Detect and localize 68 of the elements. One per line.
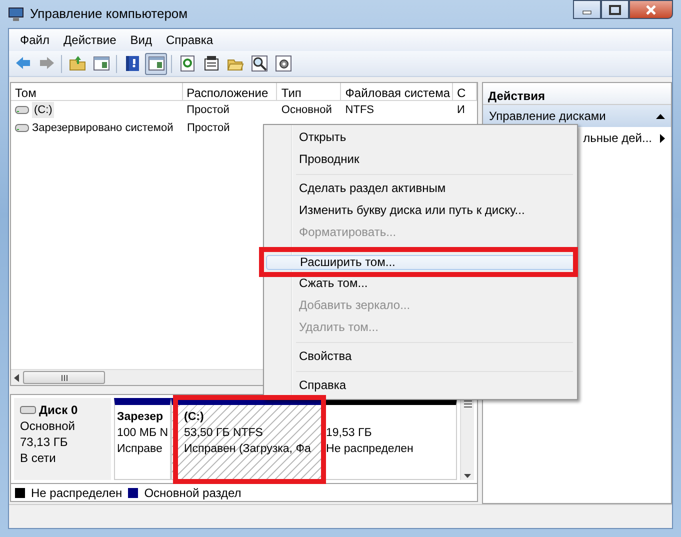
context-menu-item[interactable]: Справка <box>266 378 575 394</box>
partition-size: 19,53 ГБ <box>326 426 373 441</box>
toolbar-button[interactable] <box>145 52 167 74</box>
column-header[interactable]: Файловая система <box>341 83 454 100</box>
drive-icon <box>15 106 29 114</box>
scroll-down-icon[interactable] <box>464 474 471 478</box>
panel-icon <box>92 55 110 72</box>
partition-size: 100 МБ N <box>117 426 168 441</box>
window-title: Управление компьютером <box>30 5 188 24</box>
help-book-icon <box>124 55 140 72</box>
column-header[interactable]: Расположение <box>182 83 278 100</box>
scrollbar-thumb[interactable] <box>23 371 105 384</box>
grip-icon[interactable] <box>464 400 472 408</box>
partition-status: Не распределен <box>326 442 414 457</box>
collapse-icon <box>656 114 665 118</box>
maximize-button[interactable] <box>601 0 629 19</box>
minimize-button[interactable] <box>573 0 601 19</box>
partition-block[interactable]: (C:) 53,50 ГБ NTFS Исправен (Загрузка, Фа <box>171 398 324 480</box>
actions-item[interactable]: Управление дисками <box>483 105 671 127</box>
scroll-left-icon[interactable] <box>14 374 20 382</box>
forward-arrow-icon <box>38 55 54 72</box>
menu-item[interactable]: Вид <box>123 31 159 49</box>
menu-item[interactable]: Действие <box>56 31 124 49</box>
search-icon <box>250 55 268 72</box>
properties-icon <box>202 55 220 72</box>
context-menu-item[interactable]: Свойства <box>266 350 575 364</box>
context-menu-item[interactable]: Расширить том... <box>266 254 575 270</box>
context-menu-item[interactable]: Изменить букву диска или путь к диску... <box>266 204 575 218</box>
close-button[interactable] <box>629 0 673 19</box>
drive-icon <box>15 124 29 132</box>
context-menu-item[interactable]: Проводник <box>266 152 575 168</box>
column-header[interactable]: Тип <box>277 83 342 100</box>
grip-icon <box>60 374 68 380</box>
table-cell-text: И <box>457 102 465 118</box>
table-cell-text: Простой <box>187 120 230 136</box>
computer-icon <box>8 6 24 22</box>
context-menu-item[interactable]: Сжать том... <box>266 276 575 292</box>
drive-icon <box>20 406 36 414</box>
back-arrow-icon <box>14 55 30 72</box>
settings-icon <box>274 55 292 72</box>
disk-size: 73,13 ГБ <box>20 434 69 450</box>
partition-title: Зарезер <box>117 410 164 425</box>
panel-icon <box>148 55 164 72</box>
table-cell-text: Простой <box>186 102 230 118</box>
legend-label: Не распределен <box>31 484 122 502</box>
legend-label: Основной раздел <box>144 484 242 502</box>
refresh-icon <box>178 55 196 72</box>
menu-item[interactable]: Справка <box>159 31 220 49</box>
close-icon[interactable] <box>645 4 657 14</box>
volume-name[interactable]: (C:) <box>32 102 54 118</box>
maximize-icon[interactable] <box>609 4 621 14</box>
disk-type: Основной <box>20 418 76 434</box>
partition-status: Исправе <box>117 442 164 457</box>
table-cell-text: Основной <box>281 102 332 118</box>
disk-status: В сети <box>20 450 57 466</box>
partition-size: 53,50 ГБ NTFS <box>184 426 264 441</box>
volume-name[interactable]: Зарезервировано системой <box>32 120 174 136</box>
disk-name: Диск 0 <box>39 402 78 418</box>
actions-title: Действия <box>483 83 671 105</box>
context-menu-item[interactable]: Сделать раздел активным <box>266 182 575 196</box>
column-header[interactable]: С <box>453 83 477 100</box>
partition-status: Исправен (Загрузка, Фа <box>184 442 312 457</box>
table-cell-text: NTFS <box>345 102 374 118</box>
column-header[interactable]: Том <box>11 83 183 100</box>
menu-item[interactable]: Файл <box>13 31 57 49</box>
partition-title: (C:) <box>184 410 205 425</box>
submenu-arrow-icon <box>660 134 665 142</box>
folder-icon <box>68 55 86 72</box>
